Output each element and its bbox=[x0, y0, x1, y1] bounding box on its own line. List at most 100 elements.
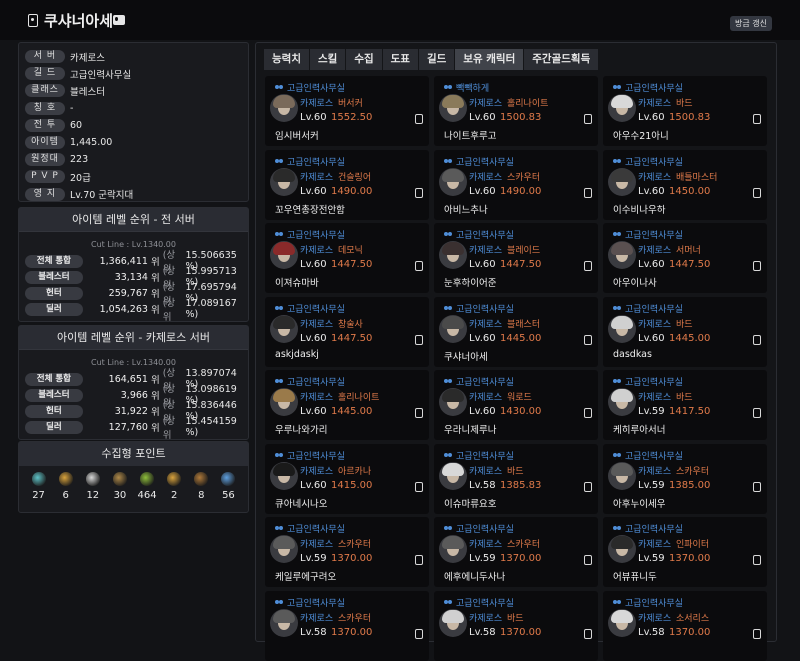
character-card[interactable]: 고급인력사무실 카제로스 서머너 Lv.60 1447.50 아우이나사 bbox=[603, 223, 767, 293]
character-card[interactable]: 고급인력사무실 카제로스 워로드 Lv.60 1430.00 우라니제루나 bbox=[434, 370, 598, 440]
profile-key: 길 드 bbox=[25, 67, 65, 81]
ranking-label: 전체 통합 bbox=[25, 254, 83, 268]
tab-2[interactable]: 수집 bbox=[346, 49, 382, 70]
copy-icon[interactable] bbox=[584, 261, 592, 271]
collection-item[interactable]: 464 bbox=[136, 472, 158, 501]
avatar bbox=[270, 94, 298, 122]
character-card[interactable]: 고급인력사무실 카제로스 스카우터 Lv.59 1370.00 에후에니두사나 bbox=[434, 517, 598, 587]
copy-icon[interactable] bbox=[584, 408, 592, 418]
collection-item[interactable]: 27 bbox=[28, 472, 50, 501]
copy-icon[interactable] bbox=[753, 408, 761, 418]
character-card[interactable]: 고급인력사무실 카제로스 바드 Lv.60 1445.00 dasdkas bbox=[603, 296, 767, 367]
avatar-hair bbox=[273, 242, 295, 255]
character-card[interactable]: 고급인력사무실 카제로스 바드 Lv.59 1417.50 케히루아서너 bbox=[603, 370, 767, 440]
ignea-token-icon bbox=[167, 472, 182, 486]
ranking-label: 딜러 bbox=[25, 302, 83, 316]
character-item-level: 1430.00 bbox=[500, 406, 542, 417]
copy-icon[interactable] bbox=[415, 628, 423, 639]
copy-icon[interactable] bbox=[415, 481, 423, 492]
character-class: 블래스터 bbox=[507, 319, 541, 330]
character-card[interactable]: 고급인력사무실 카제로스 인파이터 Lv.59 1370.00 어뷰퓨니두 bbox=[603, 517, 767, 587]
character-card[interactable]: 고급인력사무실 카제로스 바드 Lv.58 1370.00 bbox=[434, 590, 598, 661]
users-icon bbox=[275, 599, 284, 606]
mokoko-seed-icon bbox=[112, 472, 127, 486]
character-card[interactable]: 고급인력사무실 카제로스 버서커 Lv.60 1552.50 임시버서커 bbox=[265, 76, 429, 146]
character-card[interactable]: 고급인력사무실 카제로스 바드 Lv.60 1500.83 아우수21아니 bbox=[603, 76, 767, 146]
character-guild-name: 고급인력사무실 bbox=[287, 157, 345, 168]
avatar-hair bbox=[611, 536, 633, 549]
copy-icon[interactable] bbox=[415, 555, 423, 565]
character-item-level: 1447.50 bbox=[500, 259, 542, 270]
copy-icon[interactable] bbox=[584, 481, 592, 492]
tab-3[interactable]: 도표 bbox=[382, 49, 418, 70]
tab-6[interactable]: 주간골드획득 bbox=[524, 49, 599, 70]
copy-icon[interactable] bbox=[415, 114, 423, 124]
copy-icon[interactable] bbox=[584, 187, 592, 198]
character-level: Lv.58 bbox=[469, 479, 496, 491]
character-card[interactable]: 고급인력사무실 카제로스 블래스터 Lv.60 1445.00 쿠샤너아세 bbox=[434, 296, 598, 367]
copy-icon[interactable] bbox=[415, 408, 423, 418]
character-card[interactable]: 고급인력사무실 카제로스 배틀마스터 Lv.60 1450.00 이수비나우하 bbox=[603, 149, 767, 220]
collection-item[interactable]: 8 bbox=[190, 472, 212, 501]
copy-icon[interactable] bbox=[753, 628, 761, 639]
character-card[interactable]: 고급인력사무실 카제로스 스카우터 Lv.59 1385.00 아후누이세우 bbox=[603, 443, 767, 514]
character-card[interactable]: 고급인력사무실 카제로스 블레이드 Lv.60 1447.50 눈후하이어준 bbox=[434, 223, 598, 293]
collection-item[interactable]: 30 bbox=[109, 472, 131, 501]
character-class: 스카우터 bbox=[338, 613, 372, 624]
character-guild-name: 고급인력사무실 bbox=[625, 84, 683, 94]
character-card[interactable]: 고급인력사무실 카제로스 소서리스 Lv.58 1370.00 bbox=[603, 590, 767, 661]
character-card[interactable]: 고급인력사무실 카제로스 홀리나이트 Lv.60 1445.00 우루나와가리 bbox=[265, 370, 429, 440]
copy-icon[interactable] bbox=[753, 114, 761, 124]
character-server: 카제로스 bbox=[638, 172, 672, 183]
copy-icon[interactable] bbox=[753, 481, 761, 492]
character-name: 아우수21아니 bbox=[613, 131, 669, 142]
tab-1[interactable]: 스킬 bbox=[309, 49, 346, 70]
copy-icon[interactable] bbox=[584, 628, 592, 639]
character-guild: 고급인력사무실 bbox=[444, 155, 514, 168]
id-card-icon[interactable] bbox=[113, 15, 125, 25]
collection-item[interactable]: 56 bbox=[217, 472, 239, 501]
character-card[interactable]: 고급인력사무실 카제로스 스카우터 Lv.59 1370.00 케일루에구려오 bbox=[265, 517, 429, 587]
character-card[interactable]: 고급인력사무실 카제로스 건슬링어 Lv.60 1490.00 꼬우연총장전안함 bbox=[265, 149, 429, 220]
profile-value: 카제로스 bbox=[70, 52, 105, 64]
users-icon bbox=[444, 599, 453, 606]
character-item-level: 1447.50 bbox=[331, 259, 373, 270]
copy-icon[interactable] bbox=[584, 114, 592, 124]
character-card[interactable]: 고급인력사무실 카제로스 아르카나 Lv.60 1415.00 큐아네시나오 bbox=[265, 443, 429, 514]
copy-icon[interactable] bbox=[584, 555, 592, 565]
copy-icon[interactable] bbox=[753, 334, 761, 345]
collection-item[interactable]: 2 bbox=[163, 472, 185, 501]
refresh-button[interactable]: 방금 갱신 bbox=[730, 16, 772, 31]
copy-icon[interactable] bbox=[415, 261, 423, 271]
character-level: Lv.60 bbox=[300, 332, 327, 344]
copy-icon[interactable] bbox=[753, 555, 761, 565]
users-icon bbox=[613, 452, 622, 459]
tab-0[interactable]: 능력치 bbox=[264, 49, 309, 70]
character-name: 에후에니두사나 bbox=[444, 572, 506, 583]
tab-5[interactable]: 보유 캐릭터 bbox=[455, 49, 524, 70]
character-card[interactable]: 고급인력사무실 카제로스 데모닉 Lv.60 1447.50 이져슈마바 bbox=[265, 223, 429, 293]
avatar bbox=[439, 314, 467, 343]
character-card[interactable]: 고급인력사무실 카제로스 바드 Lv.58 1385.83 이슈마류요호 bbox=[434, 443, 598, 514]
copy-icon[interactable] bbox=[584, 334, 592, 345]
copy-icon[interactable] bbox=[415, 334, 423, 345]
character-name: 아후누이세우 bbox=[613, 498, 666, 510]
avatar bbox=[608, 535, 636, 563]
character-card[interactable]: 고급인력사무실 카제로스 스카우터 Lv.58 1370.00 bbox=[265, 590, 429, 661]
character-item-level: 1500.83 bbox=[500, 112, 542, 123]
character-item-level: 1415.00 bbox=[331, 479, 373, 491]
profile-row: 칭 호- bbox=[25, 100, 242, 117]
character-card[interactable]: 고급인력사무실 카제로스 스카우터 Lv.60 1490.00 아비느추나 bbox=[434, 149, 598, 220]
copy-icon[interactable] bbox=[415, 187, 423, 198]
copy-icon[interactable] bbox=[753, 261, 761, 271]
collection-item[interactable]: 6 bbox=[55, 472, 77, 501]
character-card[interactable]: 고급인력사무실 카제로스 창술사 Lv.60 1447.50 askjdaskj bbox=[265, 296, 429, 367]
character-card[interactable]: 빽빽하게 카제로스 홀리나이트 Lv.60 1500.83 나이트후루고 bbox=[434, 76, 598, 146]
profile-key: 원정대 bbox=[25, 153, 65, 167]
character-class: 소서리스 bbox=[676, 613, 710, 624]
character-name: 나이트후루고 bbox=[444, 131, 497, 142]
tab-4[interactable]: 길드 bbox=[418, 49, 455, 70]
copy-icon[interactable] bbox=[753, 187, 761, 198]
ranking-rank: 1,366,411 bbox=[99, 255, 148, 267]
collection-item[interactable]: 12 bbox=[82, 472, 104, 501]
